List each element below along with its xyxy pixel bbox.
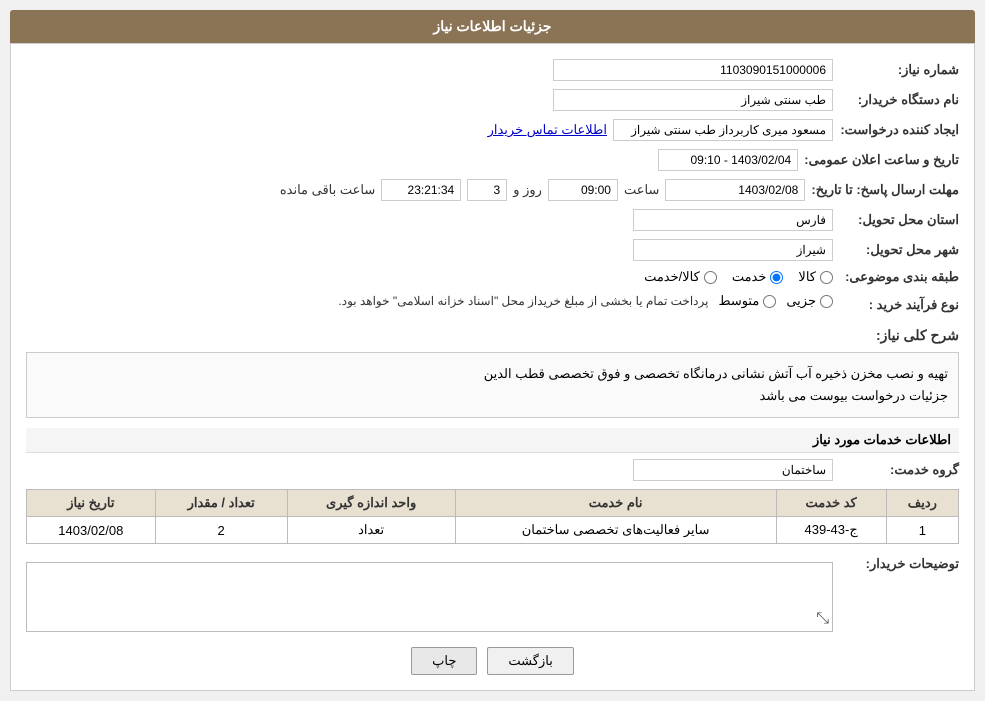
category-radio-both[interactable] <box>704 271 717 284</box>
process-label: نوع فرآیند خرید : <box>839 297 959 313</box>
response-time-label: ساعت <box>624 182 659 198</box>
category-option-kala[interactable]: کالا <box>798 269 833 285</box>
contact-info-link[interactable]: اطلاعات تماس خریدار <box>488 122 607 138</box>
category-radio-kala[interactable] <box>820 271 833 284</box>
cell-4: 2 <box>155 517 287 544</box>
services-section-title: اطلاعات خدمات مورد نیاز <box>26 428 959 453</box>
col-name: نام خدمت <box>455 490 776 517</box>
col-code: کد خدمت <box>776 490 886 517</box>
process-radio-motevaset[interactable] <box>763 295 776 308</box>
col-row: ردیف <box>886 490 958 517</box>
category-label: طبقه بندی موضوعی: <box>839 269 959 285</box>
col-qty: تعداد / مقدار <box>155 490 287 517</box>
description-box: تهیه و نصب مخزن ذخیره آب آتش نشانی درمان… <box>26 352 959 418</box>
category-radio-khedmat[interactable] <box>770 271 783 284</box>
creator-input[interactable] <box>613 119 833 141</box>
buttons-row: بازگشت چاپ <box>26 647 959 675</box>
col-date: تاریخ نیاز <box>27 490 156 517</box>
cell-0: 1 <box>886 517 958 544</box>
announce-date-label: تاریخ و ساعت اعلان عمومی: <box>804 152 959 168</box>
response-days-label: روز و <box>513 182 542 198</box>
response-time-input[interactable] <box>548 179 618 201</box>
page-title: جزئیات اطلاعات نیاز <box>10 10 975 43</box>
group-label: گروه خدمت: <box>839 462 959 478</box>
buyer-org-input[interactable] <box>553 89 833 111</box>
creator-label: ایجاد کننده درخواست: <box>839 122 959 138</box>
process-radio-jozi[interactable] <box>820 295 833 308</box>
description-title: شرح کلی نیاز: <box>876 327 959 343</box>
col-unit: واحد اندازه گیری <box>287 490 455 517</box>
category-option-khedmat[interactable]: خدمت <box>732 269 784 285</box>
description-line1: تهیه و نصب مخزن ذخیره آب آتش نشانی درمان… <box>37 363 948 385</box>
response-remaining-input[interactable] <box>381 179 461 201</box>
payment-note: پرداخت تمام یا بخشی از مبلغ خریداز محل "… <box>338 294 708 308</box>
city-input[interactable] <box>633 239 833 261</box>
category-radio-group: کالا خدمت کالا/خدمت <box>644 269 833 285</box>
description-line2: جزئیات درخواست بیوست می باشد <box>37 385 948 407</box>
province-input[interactable] <box>633 209 833 231</box>
buyer-notes-area: ⤡ <box>26 562 833 632</box>
services-table: ردیف کد خدمت نام خدمت واحد اندازه گیری ت… <box>26 489 959 544</box>
cell-2: سایر فعالیت‌های تخصصی ساختمان <box>455 517 776 544</box>
process-option-jozi[interactable]: جزیی <box>786 293 833 309</box>
group-input[interactable] <box>633 459 833 481</box>
response-deadline-label: مهلت ارسال پاسخ: تا تاریخ: <box>811 182 959 198</box>
resize-icon: ⤡ <box>816 610 829 628</box>
city-label: شهر محل تحویل: <box>839 242 959 258</box>
cell-1: ج-43-439 <box>776 517 886 544</box>
category-option-both[interactable]: کالا/خدمت <box>644 269 717 285</box>
response-days-input[interactable] <box>467 179 507 201</box>
cell-3: تعداد <box>287 517 455 544</box>
cell-5: 1403/02/08 <box>27 517 156 544</box>
buyer-notes-label: توضیحات خریدار: <box>839 556 959 572</box>
need-number-input[interactable] <box>553 59 833 81</box>
response-date-input[interactable] <box>665 179 805 201</box>
announce-date-input[interactable] <box>658 149 798 171</box>
back-button[interactable]: بازگشت <box>487 647 573 675</box>
print-button[interactable]: چاپ <box>411 647 477 675</box>
table-row: 1ج-43-439سایر فعالیت‌های تخصصی ساختمانتع… <box>27 517 959 544</box>
buyer-org-label: نام دستگاه خریدار: <box>839 92 959 108</box>
province-label: استان محل تحویل: <box>839 212 959 228</box>
need-number-label: شماره نیاز: <box>839 62 959 78</box>
process-option-motevaset[interactable]: متوسط <box>718 293 776 309</box>
response-remaining-label: ساعت باقی مانده <box>280 182 375 198</box>
